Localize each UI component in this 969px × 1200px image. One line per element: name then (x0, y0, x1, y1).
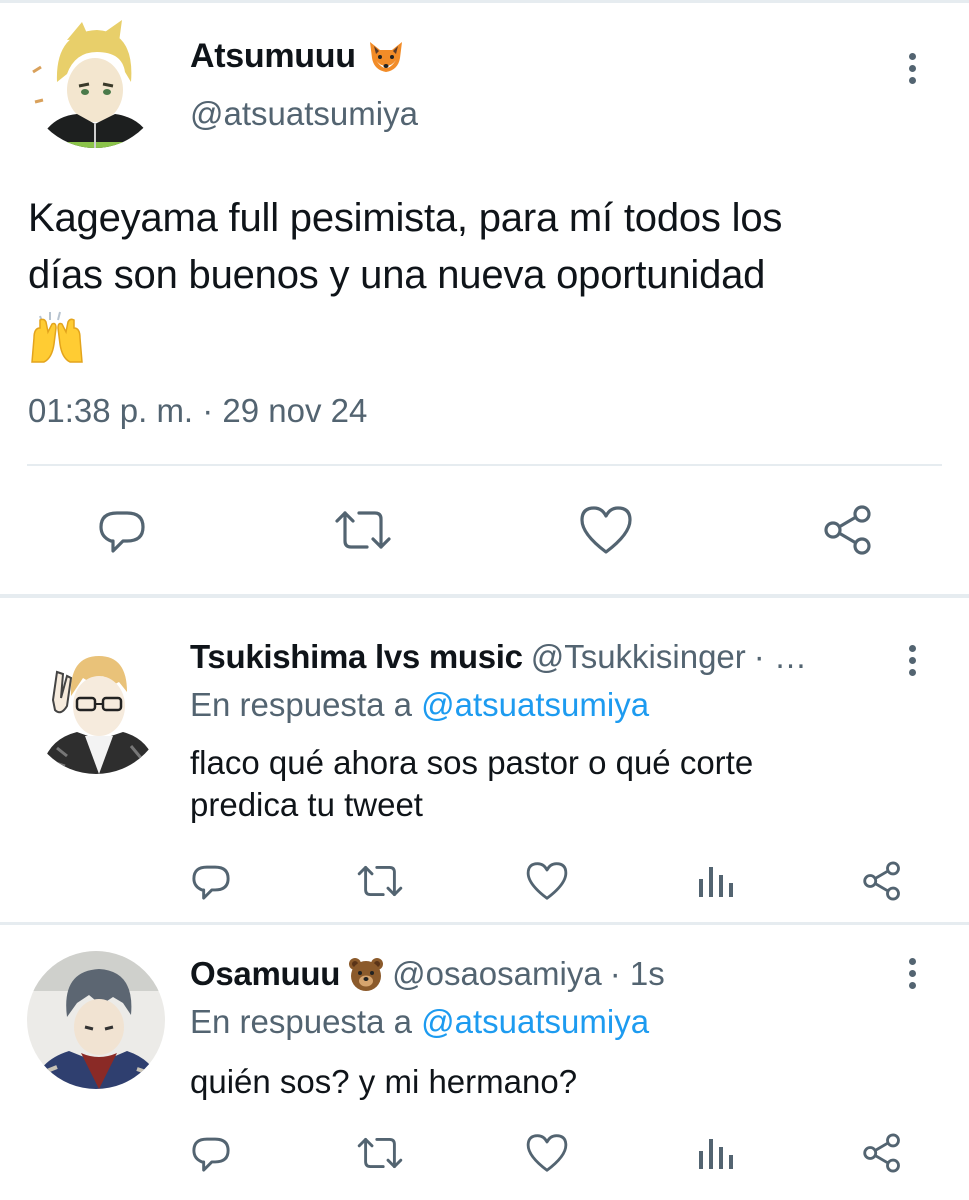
reply-header: Tsukishima lvs music @Tsukkisinger · … (190, 638, 807, 676)
like-icon[interactable] (576, 500, 636, 560)
tweet-text-line: Kageyama full pesimista, para mí todos l… (28, 196, 783, 240)
tweet-text: Kageyama full pesimista, para mí todos l… (28, 190, 958, 382)
reply-tweet[interactable]: Osamuuu @osaosamiya · 1s En respuesta a … (0, 925, 969, 1200)
analytics-icon[interactable] (690, 1128, 740, 1178)
reply-context: En respuesta a @atsuatsumiya (190, 686, 649, 724)
avatar[interactable] (27, 636, 165, 774)
handle[interactable]: @Tsukkisinger (531, 638, 746, 676)
handle[interactable]: @atsuatsumiya (190, 95, 418, 133)
mention-link[interactable]: @atsuatsumiya (421, 686, 649, 723)
display-name[interactable]: Tsukishima lvs music (190, 638, 523, 676)
reply-text: flaco qué ahora sos pastor o qué corte p… (190, 742, 890, 826)
reply-context: En respuesta a @atsuatsumiya (190, 1003, 649, 1041)
reply-prefix: En respuesta a (190, 686, 412, 723)
divider (27, 464, 942, 466)
display-name[interactable]: Osamuuu (190, 955, 340, 993)
reply-icon[interactable] (186, 856, 236, 906)
share-icon[interactable] (857, 1128, 907, 1178)
more-options-icon[interactable] (897, 638, 927, 682)
retweet-icon[interactable] (333, 500, 393, 560)
retweet-icon[interactable] (355, 1128, 405, 1178)
reply-prefix: En respuesta a (190, 1003, 412, 1040)
reply-header: Osamuuu @osaosamiya · 1s (190, 955, 665, 993)
bear-emoji-icon (349, 958, 384, 991)
display-name[interactable]: Atsumuuu (190, 36, 406, 76)
reply-meta: · … (753, 638, 807, 675)
main-tweet: Atsumuuu @atsuatsumiya Kageyama full pes… (0, 0, 969, 596)
mention-link[interactable]: @atsuatsumiya (421, 1003, 649, 1040)
more-options-icon[interactable] (897, 951, 927, 995)
reply-tweet[interactable]: Tsukishima lvs music @Tsukkisinger · … E… (0, 598, 969, 922)
share-icon[interactable] (857, 856, 907, 906)
fox-emoji-icon (369, 42, 402, 72)
reply-icon[interactable] (186, 1128, 236, 1178)
reply-text-line: quién sos? y mi hermano? (190, 1063, 578, 1100)
tweet-text-line: días son buenos y una nueva oportunidad (28, 253, 766, 297)
timestamp[interactable]: 01:38 p. m. · 29 nov 24 (28, 392, 367, 430)
raising-hands-emoji-icon (28, 304, 958, 382)
share-icon[interactable] (818, 500, 878, 560)
like-icon[interactable] (522, 1128, 572, 1178)
reply-text: quién sos? y mi hermano? (190, 1061, 890, 1103)
more-options-icon[interactable] (897, 46, 927, 90)
analytics-icon[interactable] (690, 856, 740, 906)
avatar[interactable] (27, 12, 163, 148)
reply-meta: · 1s (609, 955, 665, 992)
avatar[interactable] (27, 951, 165, 1089)
handle[interactable]: @osaosamiya (392, 955, 602, 993)
like-icon[interactable] (522, 856, 572, 906)
reply-text-line: flaco qué ahora sos pastor o qué corte (190, 744, 754, 781)
retweet-icon[interactable] (355, 856, 405, 906)
reply-text-line: predica tu tweet (190, 786, 423, 823)
display-name-text: Atsumuuu (190, 36, 356, 75)
reply-icon[interactable] (92, 500, 152, 560)
